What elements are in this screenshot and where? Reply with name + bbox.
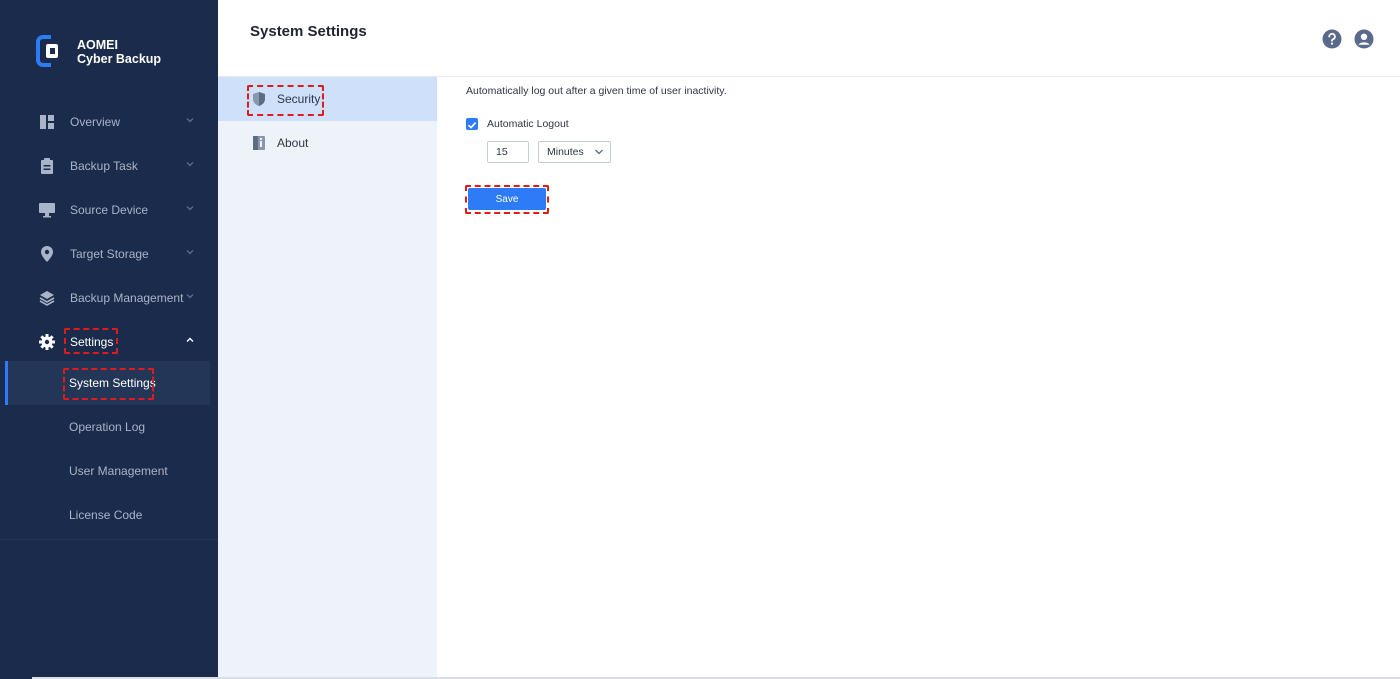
sidebar-item-label: Backup Task (70, 159, 138, 173)
sidebar-item-overview[interactable]: Overview (0, 100, 218, 144)
timeout-unit-select[interactable]: Minutes (538, 141, 611, 163)
sidebar-item-label: Settings (70, 335, 114, 349)
dashboard-icon (40, 115, 54, 129)
sidebar-subitem-label: User Management (69, 464, 168, 478)
page-title: System Settings (250, 23, 367, 40)
sidebar-item-source-device[interactable]: Source Device (0, 188, 218, 232)
monitor-icon (39, 203, 55, 218)
subnav-item-label: About (277, 136, 309, 150)
help-icon[interactable] (1322, 29, 1342, 49)
sidebar-subitem-label: Operation Log (69, 420, 146, 434)
location-pin-icon (41, 246, 53, 262)
checkmark-icon (467, 122, 477, 129)
shield-icon (253, 92, 265, 106)
sidebar-item-label: Target Storage (70, 247, 149, 261)
brand-line2: Cyber Backup (77, 52, 162, 66)
sidebar-item-label: Source Device (70, 203, 149, 217)
user-icon[interactable] (1354, 29, 1374, 49)
sidebar-item-backup-management[interactable]: Backup Management (0, 276, 218, 320)
clipboard-icon (41, 158, 53, 174)
sidebar-subitem-user-management[interactable]: User Management (5, 449, 210, 493)
auto-logout-checkbox[interactable] (466, 118, 478, 130)
subnav-item-about[interactable]: About (218, 121, 437, 165)
save-button[interactable]: Save (468, 188, 546, 210)
settings-content (437, 77, 1400, 679)
brand-line1: AOMEI (77, 38, 118, 52)
sidebar: AOMEI Cyber Backup Overview Backup Task … (0, 0, 218, 679)
chevron-down-icon (186, 294, 194, 299)
chevron-down-icon (186, 118, 194, 123)
sidebar-subitem-label: License Code (69, 508, 143, 522)
auto-logout-label: Automatic Logout (487, 118, 569, 130)
timeout-unit-value: Minutes (547, 146, 584, 158)
sidebar-item-backup-task[interactable]: Backup Task (0, 144, 218, 188)
sidebar-subitem-system-settings[interactable]: System Settings (5, 361, 210, 405)
auto-logout-description: Automatically log out after a given time… (466, 85, 727, 97)
layers-icon (39, 291, 55, 306)
sidebar-subitem-label: System Settings (69, 376, 156, 390)
chevron-down-icon (186, 206, 194, 211)
sidebar-item-label: Overview (70, 115, 121, 129)
info-book-icon (253, 136, 265, 150)
chevron-up-icon (186, 337, 194, 342)
subnav-item-security[interactable]: Security (218, 77, 437, 121)
subnav-item-label: Security (277, 92, 321, 106)
logout-timeout-input[interactable] (487, 141, 529, 163)
brand-name: AOMEI Cyber Backup (77, 38, 161, 66)
aomei-logo-icon (36, 35, 58, 67)
chevron-down-icon (595, 149, 603, 155)
sidebar-divider (0, 539, 218, 540)
sidebar-item-target-storage[interactable]: Target Storage (0, 232, 218, 276)
chevron-down-icon (186, 250, 194, 255)
sidebar-item-settings[interactable]: Settings (0, 320, 218, 364)
chevron-down-icon (186, 162, 194, 167)
sidebar-subitem-operation-log[interactable]: Operation Log (5, 405, 210, 449)
sidebar-item-label: Backup Management (70, 291, 184, 305)
sidebar-subitem-license-code[interactable]: License Code (5, 493, 210, 537)
top-bar (218, 0, 1400, 77)
gear-icon (39, 334, 55, 350)
settings-subnav: Security About (218, 77, 438, 679)
